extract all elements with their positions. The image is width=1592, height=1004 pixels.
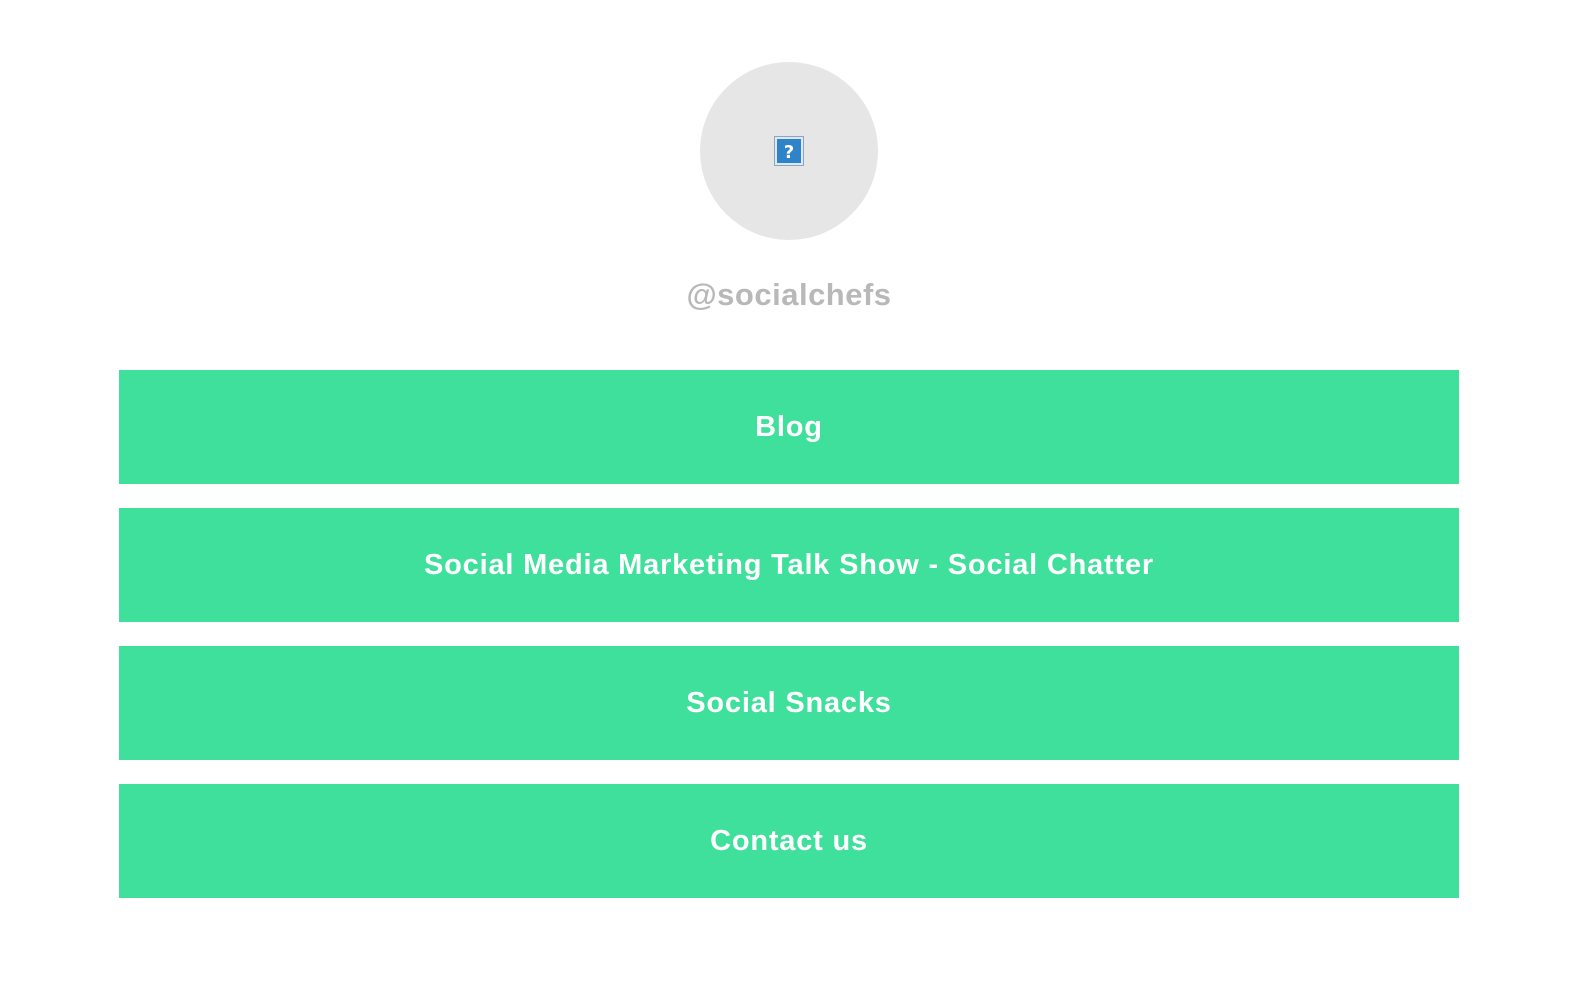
link-list: Blog Social Media Marketing Talk Show - … [119,370,1459,922]
social-snacks-link-button[interactable]: Social Snacks [119,646,1459,760]
profile-handle: @socialchefs [686,277,892,312]
broken-image-icon: ? [774,136,804,166]
avatar: ? [700,62,878,240]
contact-us-link-button[interactable]: Contact us [119,784,1459,898]
talk-show-link-button[interactable]: Social Media Marketing Talk Show - Socia… [119,508,1459,622]
blog-link-button[interactable]: Blog [119,370,1459,484]
svg-text:?: ? [784,142,794,163]
